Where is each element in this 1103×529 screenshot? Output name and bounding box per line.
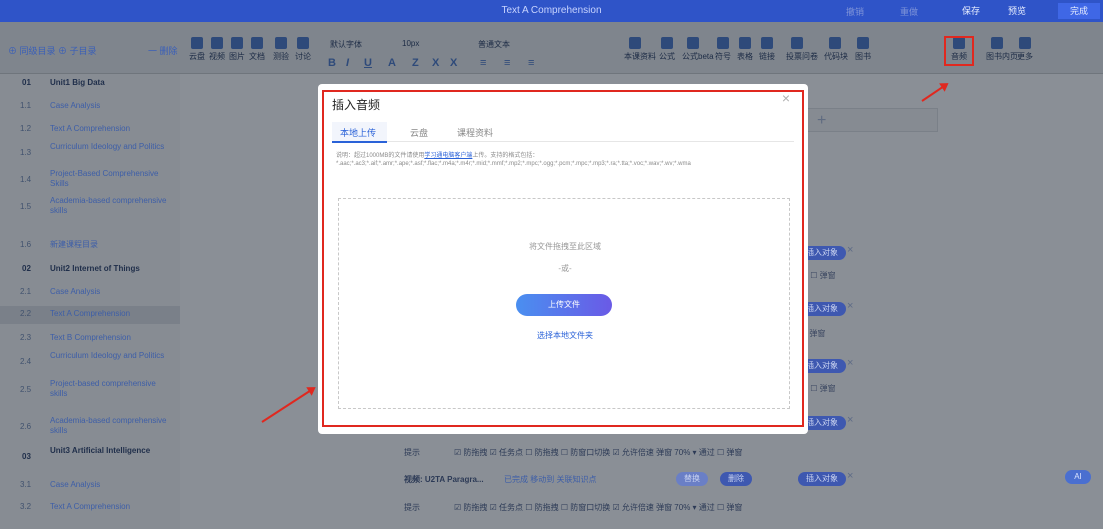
document-title: Text A Comprehension: [501, 5, 602, 16]
sidebar-item[interactable]: 3.1 Case Analysis: [0, 480, 180, 494]
preview-button[interactable]: 预览: [996, 3, 1038, 19]
title-bar: Text A Comprehension 撤销 重做 保存 预览 完成: [0, 0, 1103, 22]
sidebar-item[interactable]: 2.1 Case Analysis: [0, 287, 180, 301]
tool-document[interactable]: 文档: [246, 37, 268, 62]
tool-link[interactable]: 链接: [756, 37, 778, 62]
tool-video[interactable]: 视频: [206, 37, 228, 62]
close-icon[interactable]: ×: [847, 414, 853, 426]
chapter-sidebar: 01 Unit1 Big Data 1.1 Case Analysis 1.2 Tex…: [0, 74, 180, 529]
discussion-icon: [297, 37, 309, 49]
undo-button[interactable]: 撤销: [846, 5, 864, 18]
italic-button[interactable]: I: [346, 57, 349, 69]
tool-quiz[interactable]: 测验: [270, 37, 292, 62]
align-button[interactable]: ≡: [528, 57, 534, 69]
superscript-button[interactable]: X: [432, 57, 439, 69]
video-item-meta[interactable]: 已完成 移动到 关联知识点: [504, 474, 596, 485]
sidebar-section-unit3[interactable]: 03 Unit3 Artificial Intelligence: [0, 446, 180, 468]
sidebar-item-active[interactable]: 2.2 Text A Comprehension: [0, 306, 180, 324]
table-icon: [739, 37, 751, 49]
delete-button[interactable]: 删除: [720, 472, 752, 486]
sidebar-item[interactable]: 2.5 Project-based comprehensive skills: [0, 379, 180, 401]
formula-icon: [661, 37, 673, 49]
bold-button[interactable]: B: [328, 57, 336, 69]
delete-chapter-button[interactable]: 一 删除: [148, 44, 178, 57]
tool-symbol[interactable]: 符号: [712, 37, 734, 62]
material-icon: [629, 37, 641, 49]
symbol-icon: [717, 37, 729, 49]
formula-beta-icon: [687, 37, 699, 49]
underline-button[interactable]: U: [364, 57, 372, 69]
sidebar-item[interactable]: 2.6 Academia-based comprehensive skills: [0, 416, 180, 438]
book-page-icon: [991, 37, 1003, 49]
quiz-icon: [275, 37, 287, 49]
add-sibling-chapter-button[interactable]: ⊕ 同级目录: [8, 44, 56, 57]
tool-formula-beta[interactable]: 公式beta: [682, 37, 714, 62]
redo-button[interactable]: 重做: [900, 5, 918, 18]
link-icon: [761, 37, 773, 49]
sidebar-item[interactable]: 1.4 Project-Based Comprehensive Skills: [0, 169, 180, 191]
tool-discussion[interactable]: 讨论: [292, 37, 314, 62]
editor-toolbar: ⊕ 同级目录 ⊕ 子目录 一 删除 云盘 视频 图片 文档 测验 讨论 默认字体…: [0, 22, 1103, 74]
cloud-icon: [191, 37, 203, 49]
subscript-button[interactable]: X: [450, 57, 457, 69]
sidebar-item[interactable]: 2.4 Curriculum Ideology and Politics: [0, 351, 180, 373]
finish-button[interactable]: 完成: [1058, 3, 1101, 19]
font-size-select[interactable]: 10px: [402, 39, 419, 50]
sidebar-item[interactable]: 1.2 Text A Comprehension: [0, 124, 180, 138]
tool-cloud[interactable]: 云盘: [186, 37, 208, 62]
dialog-highlight-box: [322, 90, 804, 427]
tool-image[interactable]: 图片: [226, 37, 248, 62]
sidebar-item[interactable]: 1.1 Case Analysis: [0, 101, 180, 115]
image-icon: [231, 37, 243, 49]
list-button[interactable]: ≡: [480, 57, 486, 69]
close-icon[interactable]: ×: [847, 300, 853, 312]
video-item-title: 视频: U2TA Paragra...: [404, 475, 484, 484]
sidebar-section-unit1[interactable]: 01 Unit1 Big Data: [0, 78, 180, 92]
row-options[interactable]: ☑ 防拖拽 ☑ 任务点 ☐ 防拖拽 ☐ 防窗口切换 ☑ 允许倍速 弹窗 70% …: [454, 502, 742, 513]
document-icon: [251, 37, 263, 49]
sidebar-item[interactable]: 1.5 Academia-based comprehensive skills: [0, 196, 180, 218]
paragraph-style-select[interactable]: 普通文本: [478, 39, 510, 50]
tool-material[interactable]: 本课资料: [624, 37, 656, 62]
close-icon[interactable]: ×: [847, 357, 853, 369]
row-options-left[interactable]: 提示: [404, 502, 420, 513]
add-sub-chapter-button[interactable]: ⊕ 子目录: [58, 44, 97, 57]
ai-assistant-icon[interactable]: AI: [1065, 470, 1091, 484]
tool-more[interactable]: 更多: [1014, 37, 1036, 62]
font-family-select[interactable]: 默认字体: [330, 39, 362, 50]
tool-vote[interactable]: 投票问卷: [786, 37, 818, 62]
audio-tool-highlight: [944, 36, 974, 66]
vote-icon: [791, 37, 803, 49]
close-icon[interactable]: ×: [847, 470, 853, 482]
highlight-button[interactable]: Z: [412, 57, 419, 69]
sidebar-item[interactable]: 1.6 新建课程目录: [0, 240, 180, 254]
save-button[interactable]: 保存: [950, 3, 992, 19]
tool-formula[interactable]: 公式: [656, 37, 678, 62]
tool-book[interactable]: 图书: [852, 37, 874, 62]
sidebar-section-unit2[interactable]: 02 Unit2 Internet of Things: [0, 264, 180, 278]
row-options-left[interactable]: 提示: [404, 447, 420, 458]
insert-object-button[interactable]: 插入对象: [798, 472, 846, 486]
sidebar-item[interactable]: 3.2 Text A Comprehension: [0, 502, 180, 516]
numbered-list-button[interactable]: ≡: [504, 57, 510, 69]
add-block-button[interactable]: +: [817, 112, 826, 130]
book-icon: [857, 37, 869, 49]
font-color-button[interactable]: A: [388, 57, 396, 69]
more-icon: [1019, 37, 1031, 49]
sidebar-item[interactable]: 1.3 Curriculum Ideology and Politics: [0, 142, 180, 164]
tool-book-page[interactable]: 图书内页: [986, 37, 1018, 62]
tool-code[interactable]: 代码块: [824, 37, 848, 62]
row-options[interactable]: ☑ 防拖拽 ☑ 任务点 ☐ 防拖拽 ☐ 防窗口切换 ☑ 允许倍速 弹窗 70% …: [454, 447, 742, 458]
replace-button[interactable]: 替换: [676, 472, 708, 486]
code-icon: [829, 37, 841, 49]
close-icon[interactable]: ×: [847, 244, 853, 256]
sidebar-item[interactable]: 2.3 Text B Comprehension: [0, 333, 180, 347]
tool-table[interactable]: 表格: [734, 37, 756, 62]
video-icon: [211, 37, 223, 49]
